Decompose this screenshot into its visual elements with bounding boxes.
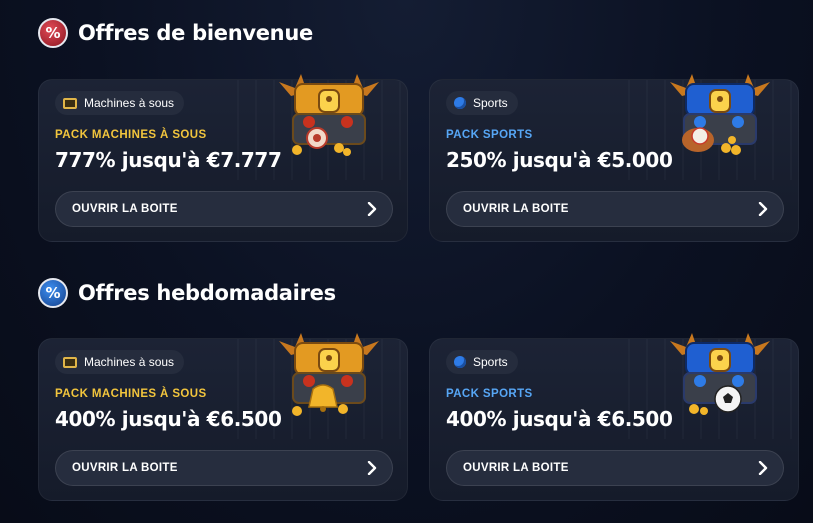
weekly-offers-header: % Offres hebdomadaires: [38, 278, 336, 308]
chevron-right-icon: [758, 461, 768, 475]
slot-machine-icon: [63, 97, 77, 109]
tag-label: Sports: [473, 96, 508, 110]
blue-treasure-chest-icon: [670, 74, 770, 155]
percent-potion-red-icon: %: [38, 18, 68, 48]
sports-tag: Sports: [446, 350, 518, 374]
chevron-right-icon: [758, 202, 768, 216]
offer-amount: 400% jusqu'à €6.500: [446, 407, 673, 431]
welcome-sports-card[interactable]: Sports PACK SPORTS 250% jusqu'à €5.000 O…: [429, 74, 799, 242]
weekly-sports-card[interactable]: Sports PACK SPORTS 400% jusqu'à €6.500 O…: [429, 333, 799, 501]
open-box-button-label: OUVRIR LA BOITE: [463, 203, 569, 215]
blue-treasure-chest-icon: [670, 333, 770, 415]
offer-amount: 777% jusqu'à €7.777: [55, 148, 282, 172]
welcome-offers-title: Offres de bienvenue: [78, 21, 313, 45]
pack-label: PACK MACHINES À SOUS: [55, 129, 207, 141]
open-box-button[interactable]: OUVRIR LA BOITE: [446, 191, 784, 227]
open-box-button-label: OUVRIR LA BOITE: [72, 462, 178, 474]
open-box-button[interactable]: OUVRIR LA BOITE: [446, 450, 784, 486]
chevron-right-icon: [367, 202, 377, 216]
open-box-button-label: OUVRIR LA BOITE: [72, 203, 178, 215]
ball-icon: [454, 356, 466, 368]
open-box-button[interactable]: OUVRIR LA BOITE: [55, 450, 393, 486]
tag-label: Machines à sous: [84, 355, 175, 369]
offer-amount: 250% jusqu'à €5.000: [446, 148, 673, 172]
slot-machine-icon: [63, 356, 77, 368]
weekly-slots-card[interactable]: Machines à sous PACK MACHINES À SOUS 400…: [38, 333, 408, 501]
pack-label: PACK SPORTS: [446, 129, 533, 141]
slots-tag: Machines à sous: [55, 350, 185, 374]
sports-tag: Sports: [446, 91, 518, 115]
weekly-offers-title: Offres hebdomadaires: [78, 281, 336, 305]
tag-label: Machines à sous: [84, 96, 175, 110]
pack-label: PACK MACHINES À SOUS: [55, 388, 207, 400]
welcome-slots-card[interactable]: Machines à sous PACK MACHINES À SOUS 777…: [38, 74, 408, 242]
gold-treasure-chest-icon: [279, 74, 379, 156]
chevron-right-icon: [367, 461, 377, 475]
welcome-offers-header: % Offres de bienvenue: [38, 18, 313, 48]
offer-amount: 400% jusqu'à €6.500: [55, 407, 282, 431]
ball-icon: [454, 97, 466, 109]
tag-label: Sports: [473, 355, 508, 369]
percent-potion-blue-icon: %: [38, 278, 68, 308]
pack-label: PACK SPORTS: [446, 388, 533, 400]
open-box-button-label: OUVRIR LA BOITE: [463, 462, 569, 474]
slots-tag: Machines à sous: [55, 91, 185, 115]
gold-treasure-chest-icon: [279, 333, 379, 416]
open-box-button[interactable]: OUVRIR LA BOITE: [55, 191, 393, 227]
